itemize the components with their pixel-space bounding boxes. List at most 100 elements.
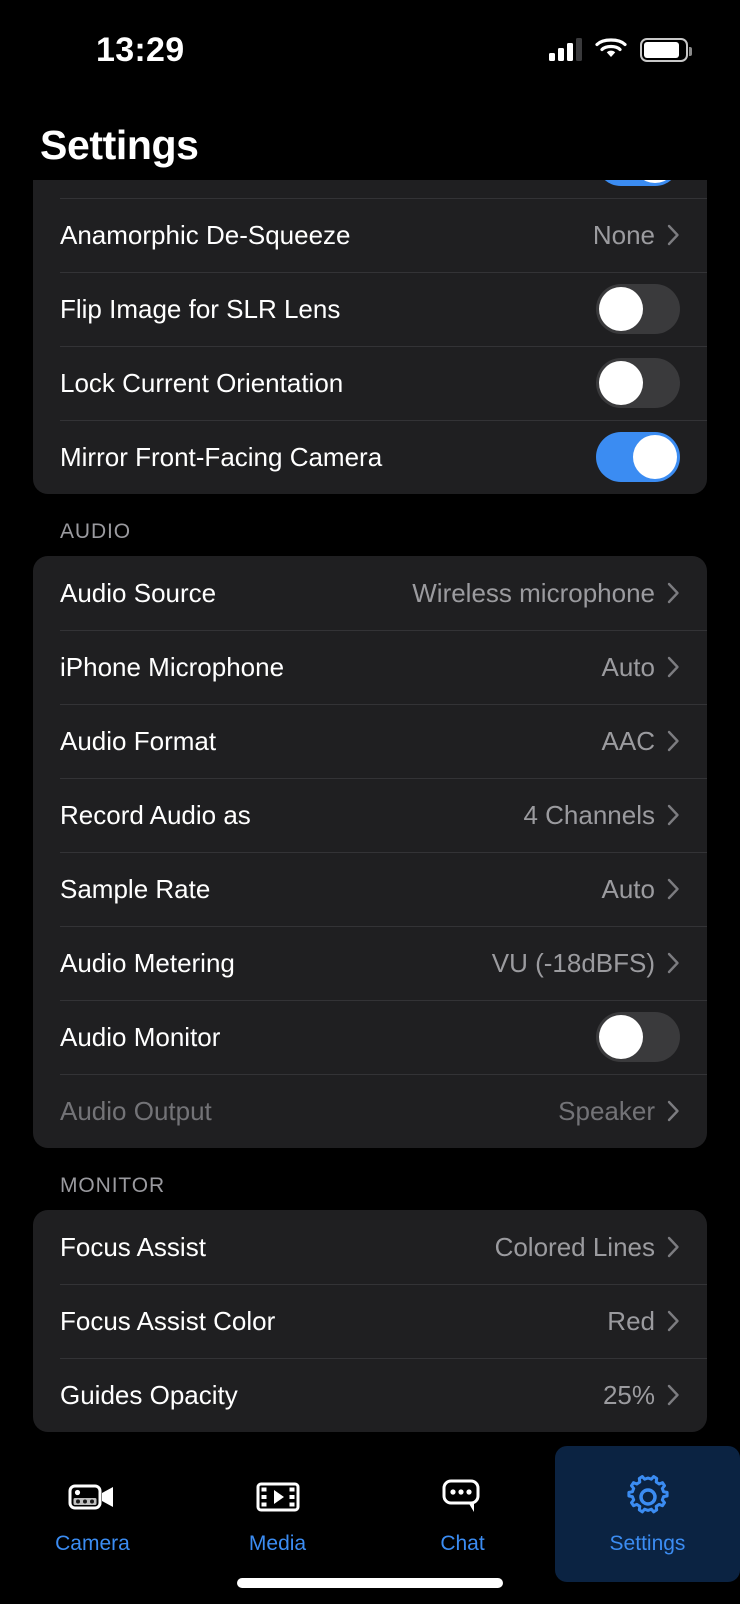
tab-media-label: Media [248, 1532, 307, 1555]
setting-value-audio-format: AAC [601, 725, 655, 756]
section-header-monitor-group: MONITOR [60, 1174, 166, 1197]
chevron-right-icon [667, 804, 680, 826]
setting-row-focus-assist[interactable]: Focus Assist Colored Lines [33, 1210, 707, 1284]
setting-value-iphone-microphone: Auto [601, 651, 656, 682]
setting-row-audio-format[interactable]: Audio Format AAC [33, 704, 707, 778]
toggle-flip-image-for-slr-lens[interactable] [596, 284, 680, 334]
status-bar: 13:29 [0, 0, 740, 100]
setting-value-sample-rate: Auto [601, 873, 656, 904]
tab-chat-label: Chat [440, 1532, 485, 1555]
setting-control-record-audio-as: 4 Channels [523, 800, 680, 831]
setting-row-anamorphic-de-squeeze[interactable]: Anamorphic De-Squeeze None [33, 198, 707, 272]
setting-row-mirror-front-facing-camera[interactable]: Mirror Front-Facing Camera [33, 420, 707, 494]
setting-control-lock-current-orientation [596, 358, 680, 408]
setting-control-audio-metering: VU (-18dBFS) [492, 948, 680, 979]
setting-row-flip-image-for-slr-lens[interactable]: Flip Image for SLR Lens [33, 272, 707, 346]
setting-row-audio-monitor[interactable]: Audio Monitor [33, 1000, 707, 1074]
setting-row-lens-correction[interactable]: Lens Correction [33, 180, 707, 198]
setting-label-record-audio-as: Record Audio as [60, 799, 251, 830]
chevron-right-icon [667, 952, 680, 974]
tab-chat[interactable]: Chat [370, 1446, 555, 1582]
setting-row-focus-assist-color[interactable]: Focus Assist Color Red [33, 1284, 707, 1358]
page-title: Settings [40, 122, 199, 168]
setting-row-guides-opacity[interactable]: Guides Opacity 25% [33, 1358, 707, 1432]
toggle-lock-current-orientation[interactable] [596, 358, 680, 408]
chevron-right-icon [667, 582, 680, 604]
setting-row-audio-metering[interactable]: Audio Metering VU (-18dBFS) [33, 926, 707, 1000]
setting-label-audio-source: Audio Source [60, 577, 217, 608]
setting-label-focus-assist: Focus Assist [60, 1231, 206, 1262]
setting-label-sample-rate: Sample Rate [60, 873, 211, 904]
setting-row-iphone-microphone[interactable]: iPhone Microphone Auto [33, 630, 707, 704]
settings-scroll-area[interactable]: Lens Correction Anamorphic De-Squeeze None… [0, 180, 740, 1438]
setting-value-focus-assist: Colored Lines [494, 1231, 655, 1262]
setting-label-guides-opacity: Guides Opacity [60, 1379, 238, 1410]
setting-control-mirror-front-facing-camera [596, 432, 680, 482]
home-indicator [237, 1578, 503, 1588]
chevron-right-icon [667, 224, 680, 246]
section-header-audio-group: AUDIO [60, 520, 132, 543]
film-play-icon [250, 1472, 306, 1522]
setting-label-audio-format: Audio Format [60, 725, 217, 756]
setting-row-record-audio-as[interactable]: Record Audio as 4 Channels [33, 778, 707, 852]
setting-control-focus-assist-color: Red [607, 1306, 680, 1337]
chat-bubble-icon [435, 1472, 491, 1522]
setting-control-iphone-microphone: Auto [602, 652, 681, 683]
chevron-right-icon [667, 1310, 680, 1332]
tab-media[interactable]: Media [185, 1446, 370, 1582]
setting-label-anamorphic-de-squeeze: Anamorphic De-Squeeze [60, 219, 351, 250]
status-bar-time: 13:29 [96, 31, 185, 69]
setting-control-audio-format: AAC [602, 726, 680, 757]
settings-list: Lens Correction Anamorphic De-Squeeze None… [0, 180, 740, 1432]
setting-control-anamorphic-de-squeeze: None [593, 220, 680, 251]
setting-label-mirror-front-facing-camera: Mirror Front-Facing Camera [60, 441, 383, 472]
tab-settings[interactable]: Settings [555, 1446, 740, 1582]
chevron-right-icon [667, 656, 680, 678]
tab-settings-label: Settings [609, 1532, 686, 1555]
setting-value-audio-output: Speaker [558, 1095, 655, 1126]
setting-value-record-audio-as: 4 Channels [523, 799, 655, 830]
tab-camera[interactable]: Camera [0, 1446, 185, 1582]
toggle-mirror-front-facing-camera[interactable] [596, 432, 680, 482]
setting-label-audio-metering: Audio Metering [60, 947, 235, 978]
video-camera-icon [65, 1472, 121, 1522]
setting-label-flip-image-for-slr-lens: Flip Image for SLR Lens [60, 293, 341, 324]
status-bar-icons [549, 36, 692, 65]
chevron-right-icon [667, 730, 680, 752]
setting-control-flip-image-for-slr-lens [596, 284, 680, 334]
chevron-right-icon [667, 1384, 680, 1406]
setting-control-focus-assist: Colored Lines [495, 1232, 680, 1263]
cellular-signal-icon [549, 38, 582, 61]
setting-control-audio-monitor [596, 1012, 680, 1062]
gear-icon [620, 1472, 676, 1522]
setting-control-guides-opacity: 25% [603, 1380, 680, 1411]
wifi-icon [595, 36, 627, 65]
setting-row-audio-source[interactable]: Audio Source Wireless microphone [33, 556, 707, 630]
setting-value-audio-metering: VU (-18dBFS) [491, 947, 655, 978]
toggle-lens-correction[interactable] [596, 180, 680, 186]
tab-camera-label: Camera [55, 1532, 130, 1555]
chevron-right-icon [667, 1236, 680, 1258]
monitor-group: Focus Assist Colored Lines Focus Assist Co… [33, 1210, 707, 1432]
setting-control-lens-correction [596, 180, 680, 186]
chevron-right-icon [667, 878, 680, 900]
setting-label-iphone-microphone: iPhone Microphone [60, 651, 285, 682]
setting-control-audio-source: Wireless microphone [412, 578, 680, 609]
setting-control-sample-rate: Auto [602, 874, 681, 905]
setting-value-focus-assist-color: Red [607, 1305, 655, 1336]
setting-label-audio-output: Audio Output [60, 1095, 212, 1126]
toggle-audio-monitor[interactable] [596, 1012, 680, 1062]
setting-value-audio-source: Wireless microphone [412, 577, 655, 608]
setting-value-anamorphic-de-squeeze: None [592, 219, 655, 250]
setting-row-audio-output[interactable]: Audio Output Speaker [33, 1074, 707, 1148]
camera-group: Lens Correction Anamorphic De-Squeeze None… [33, 180, 707, 494]
audio-group: Audio Source Wireless microphone iPhone Mi… [33, 556, 707, 1148]
setting-control-audio-output: Speaker [558, 1096, 680, 1127]
setting-row-lock-current-orientation[interactable]: Lock Current Orientation [33, 346, 707, 420]
setting-label-audio-monitor: Audio Monitor [60, 1021, 221, 1052]
setting-label-focus-assist-color: Focus Assist Color [60, 1305, 276, 1336]
chevron-right-icon [667, 1100, 680, 1122]
battery-icon [640, 38, 692, 62]
setting-label-lock-current-orientation: Lock Current Orientation [60, 367, 344, 398]
setting-row-sample-rate[interactable]: Sample Rate Auto [33, 852, 707, 926]
